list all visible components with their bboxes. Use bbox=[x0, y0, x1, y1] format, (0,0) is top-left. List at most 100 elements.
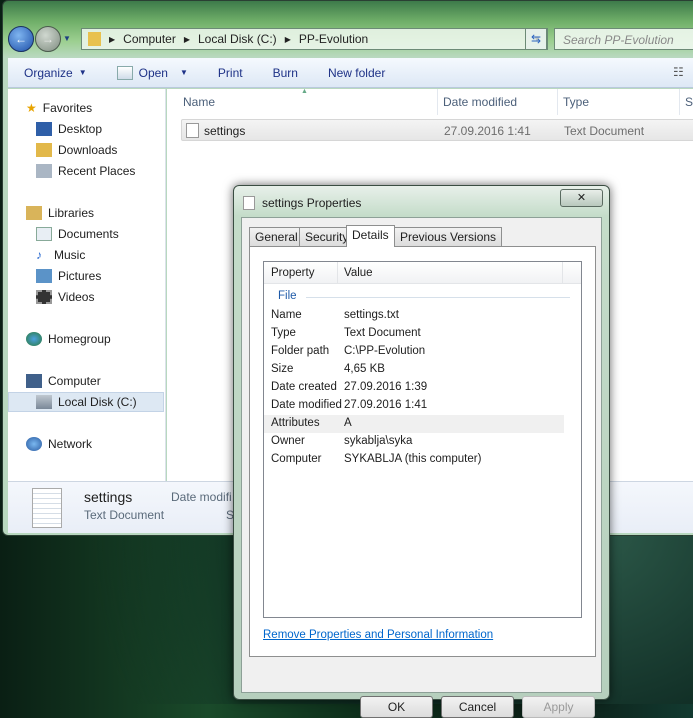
column-property[interactable]: Property bbox=[271, 267, 314, 279]
property-value: Text Document bbox=[344, 327, 421, 339]
breadcrumb-computer[interactable]: Computer bbox=[123, 32, 176, 46]
nav-local-disk[interactable]: Local Disk (C:) bbox=[36, 395, 137, 409]
column-value[interactable]: Value bbox=[344, 267, 373, 279]
property-name: Date modified bbox=[271, 399, 342, 411]
details-date-label: Date modifi bbox=[171, 490, 232, 504]
organize-label: Organize bbox=[24, 65, 73, 80]
column-type[interactable]: Type bbox=[563, 95, 589, 109]
text-file-icon bbox=[243, 196, 255, 210]
property-row[interactable]: Type Text Document bbox=[264, 325, 564, 343]
file-date: 27.09.2016 1:41 bbox=[444, 124, 531, 138]
search-input[interactable]: Search PP-Evolution bbox=[554, 28, 693, 50]
property-name: Owner bbox=[271, 435, 305, 447]
libraries-icon bbox=[26, 206, 42, 220]
property-row[interactable]: Attributes A bbox=[264, 415, 564, 433]
nav-network[interactable]: Network bbox=[26, 437, 92, 451]
property-row[interactable]: Date modified 27.09.2016 1:41 bbox=[264, 397, 564, 415]
open-label: Open bbox=[138, 65, 168, 80]
dialog-title: settings Properties bbox=[262, 196, 362, 210]
cancel-button[interactable]: Cancel bbox=[441, 696, 514, 718]
file-name: settings bbox=[204, 124, 246, 138]
breadcrumb-local-disk[interactable]: Local Disk (C:) bbox=[198, 32, 277, 46]
column-name[interactable]: Name bbox=[183, 95, 215, 109]
nav-label: Homegroup bbox=[48, 332, 111, 346]
back-button[interactable]: ← bbox=[8, 26, 34, 52]
nav-label: Recent Places bbox=[58, 164, 136, 178]
property-value: settings.txt bbox=[344, 309, 399, 321]
nav-music[interactable]: ♪ Music bbox=[36, 248, 85, 262]
file-row[interactable]: settings 27.09.2016 1:41 Text Document bbox=[181, 119, 693, 141]
organize-button[interactable]: Organize ▼ bbox=[24, 66, 87, 80]
view-options-icon[interactable]: ☷ bbox=[673, 65, 684, 79]
property-value: 27.09.2016 1:41 bbox=[344, 399, 428, 411]
nav-label: Favorites bbox=[42, 101, 93, 115]
drive-icon bbox=[36, 395, 52, 409]
property-name: Size bbox=[271, 363, 294, 375]
property-row[interactable]: Name settings.txt bbox=[264, 307, 564, 325]
nav-desktop[interactable]: Desktop bbox=[36, 122, 102, 136]
property-value: C:\PP-Evolution bbox=[344, 345, 426, 357]
property-list[interactable]: Property Value File Name settings.txt Type… bbox=[263, 261, 582, 618]
nav-homegroup[interactable]: Homegroup bbox=[26, 332, 111, 346]
nav-pictures[interactable]: Pictures bbox=[36, 269, 101, 283]
remove-properties-link[interactable]: Remove Properties and Personal Informati… bbox=[263, 629, 493, 641]
property-name: Folder path bbox=[271, 345, 330, 357]
open-button[interactable]: Open ▼ bbox=[116, 65, 188, 80]
property-value: 27.09.2016 1:39 bbox=[344, 381, 428, 393]
star-icon: ★ bbox=[26, 101, 37, 115]
nav-label: Computer bbox=[48, 374, 101, 388]
tab-general[interactable]: General bbox=[249, 227, 304, 246]
forward-button[interactable]: → bbox=[35, 26, 61, 52]
close-button[interactable]: ✕ bbox=[560, 189, 603, 207]
recent-pages-chevron-icon[interactable]: ▼ bbox=[63, 34, 71, 43]
address-bar[interactable]: ▶ Computer ▶ Local Disk (C:) ▶ PP-Evolution… bbox=[81, 28, 548, 50]
tab-details[interactable]: Details bbox=[346, 225, 395, 247]
nav-label: Pictures bbox=[58, 269, 102, 283]
nav-label: Local Disk (C:) bbox=[58, 395, 137, 409]
print-button[interactable]: Print bbox=[218, 66, 243, 80]
dialog-body: General Security Details Previous Versio… bbox=[241, 217, 602, 718]
ok-button[interactable]: OK bbox=[360, 696, 433, 718]
music-icon: ♪ bbox=[36, 248, 42, 262]
property-name: Name bbox=[271, 309, 302, 321]
apply-button[interactable]: Apply bbox=[522, 696, 595, 718]
navigation-pane: ★ Favorites Desktop Downloads Recent Plac… bbox=[8, 89, 166, 481]
property-row[interactable]: Folder path C:\PP-Evolution bbox=[264, 343, 564, 361]
column-date-modified[interactable]: Date modified bbox=[443, 95, 517, 109]
nav-label: Desktop bbox=[58, 122, 103, 136]
property-row[interactable]: Size 4,65 KB bbox=[264, 361, 564, 379]
text-file-icon bbox=[186, 123, 199, 138]
group-file: File bbox=[278, 290, 297, 302]
nav-libraries[interactable]: Libraries bbox=[26, 206, 94, 220]
sort-ascending-icon: ▲ bbox=[301, 88, 308, 95]
nav-recent-places[interactable]: Recent Places bbox=[36, 164, 135, 178]
property-row[interactable]: Computer SYKABLJA (this computer) bbox=[264, 451, 564, 469]
toolbar: Organize ▼ Open ▼ Print Burn New folder ☷ bbox=[8, 58, 693, 88]
nav-label: Network bbox=[48, 437, 93, 451]
nav-downloads[interactable]: Downloads bbox=[36, 143, 117, 157]
property-value: 4,65 KB bbox=[344, 363, 385, 375]
breadcrumb-folder[interactable]: PP-Evolution bbox=[299, 32, 368, 46]
nav-label: Music bbox=[54, 248, 86, 262]
property-name: Computer bbox=[271, 453, 322, 465]
property-row[interactable]: Owner sykablja\syka bbox=[264, 433, 564, 451]
file-type: Text Document bbox=[564, 124, 645, 138]
homegroup-icon bbox=[26, 332, 42, 346]
burn-button[interactable]: Burn bbox=[273, 66, 298, 80]
nav-documents[interactable]: Documents bbox=[36, 227, 119, 241]
downloads-icon bbox=[36, 143, 52, 157]
column-size[interactable]: Siz bbox=[685, 95, 693, 109]
nav-favorites[interactable]: ★ Favorites bbox=[26, 101, 92, 115]
property-row[interactable]: Date created 27.09.2016 1:39 bbox=[264, 379, 564, 397]
nav-label: Videos bbox=[58, 290, 95, 304]
network-icon bbox=[26, 437, 42, 451]
nav-label: Libraries bbox=[48, 206, 95, 220]
nav-videos[interactable]: Videos bbox=[36, 290, 94, 304]
nav-computer[interactable]: Computer bbox=[26, 374, 101, 388]
nav-label: Downloads bbox=[58, 143, 118, 157]
tab-previous-versions[interactable]: Previous Versions bbox=[394, 227, 503, 246]
new-folder-button[interactable]: New folder bbox=[328, 66, 385, 80]
property-value: SYKABLJA (this computer) bbox=[344, 453, 482, 465]
refresh-icon[interactable]: ⇆ bbox=[525, 28, 547, 50]
text-file-large-icon bbox=[32, 488, 62, 528]
